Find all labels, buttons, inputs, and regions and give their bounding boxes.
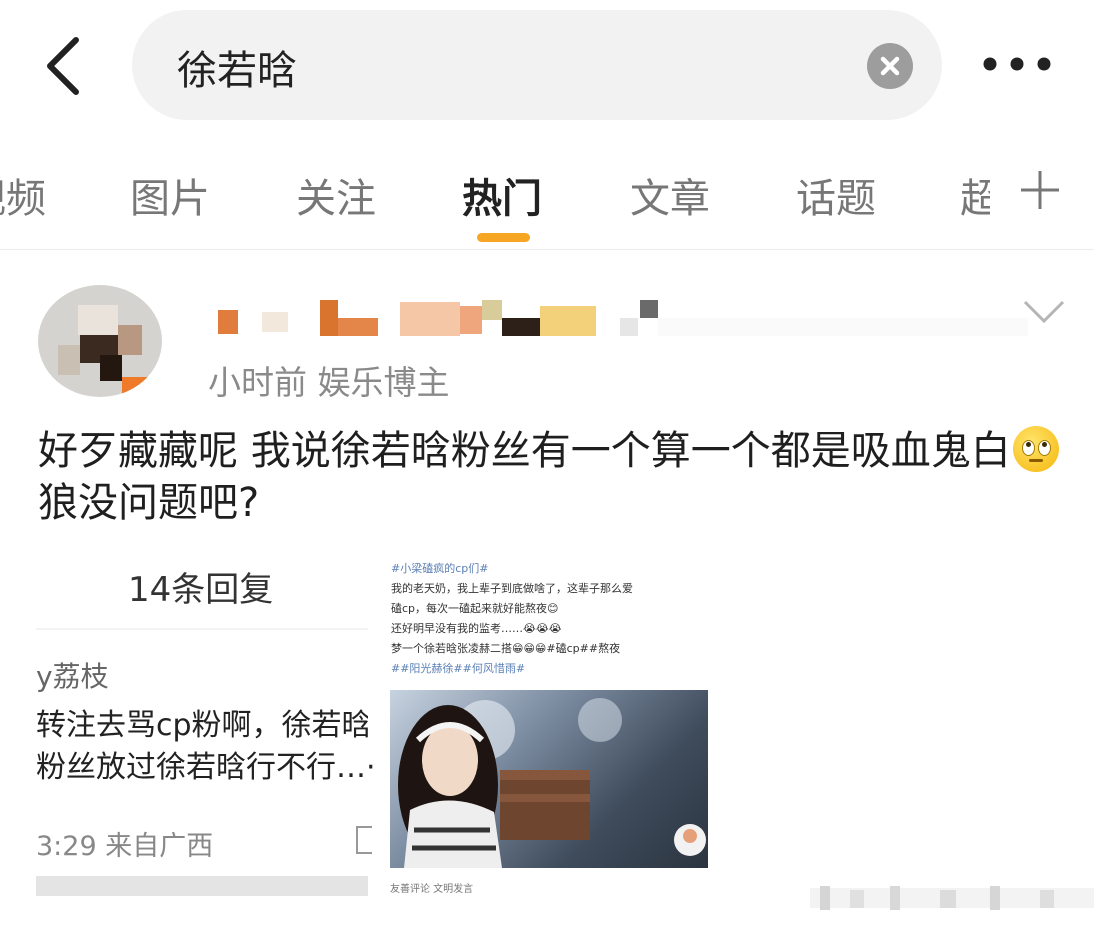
card-bottom-bar: [36, 876, 368, 896]
search-input[interactable]: 徐若晗: [177, 38, 297, 96]
comment-line-2: 粉丝放过徐若晗行不行…·: [36, 750, 376, 785]
tab-images[interactable]: 图片: [130, 166, 210, 224]
add-tab-plus-icon[interactable]: [1018, 168, 1062, 212]
screenshot-line-6: ##阳光赫徐##何风惜雨#: [391, 662, 526, 675]
tab-super[interactable]: 超: [960, 166, 990, 224]
back-chevron-left-icon[interactable]: [40, 36, 90, 96]
screenshot-line-1: #小梁磕疯的cp们#: [391, 562, 489, 575]
screenshot-line-5: 梦一个徐若晗张凌赫二搭😁😁😁#磕cp##熬夜: [391, 642, 621, 655]
eye-roll-emoji-icon: [1012, 426, 1059, 472]
expand-chevron-down-icon[interactable]: [1022, 298, 1066, 326]
active-tab-indicator: [477, 233, 530, 242]
tab-articles[interactable]: 文章: [630, 166, 710, 224]
tab-following[interactable]: 关注: [296, 166, 376, 224]
card-divider: [36, 628, 368, 630]
screenshot-footer: 友善评论 文明发言: [390, 884, 474, 895]
avatar[interactable]: [38, 285, 162, 397]
tab-video[interactable]: 视频: [0, 166, 46, 224]
clear-search-icon[interactable]: [867, 43, 913, 89]
screenshot-photo: [390, 690, 708, 868]
comment-line-1: 转注去骂cp粉啊，徐若晗: [36, 708, 368, 743]
post-meta: 小时前 娱乐博主: [208, 363, 450, 402]
commenter-name[interactable]: y荔枝: [36, 655, 109, 695]
username-pixelated[interactable]: [218, 296, 1028, 348]
tab-divider: [0, 249, 1094, 250]
embedded-screenshot[interactable]: #小梁磕疯的cp们# 我的老天奶，我上辈子到底做啥了，这辈子那么爱 磕cp，每次…: [386, 548, 716, 898]
comment-action-icon[interactable]: [356, 826, 372, 854]
reply-count[interactable]: 14条回复: [128, 562, 273, 611]
screenshot-line-4: 还好明早没有我的监考……😭😭😭: [391, 622, 562, 635]
comment-meta: 3:29 来自广西: [36, 831, 214, 862]
post-text[interactable]: 好歹藏藏呢 我说徐若晗粉丝有一个算一个都是吸血鬼白 狼没问题吧?: [38, 425, 1068, 529]
pixelated-watermark: [810, 886, 1094, 910]
tab-topics[interactable]: 话题: [796, 166, 876, 224]
more-icon[interactable]: [982, 56, 1052, 72]
screenshot-line-3: 磕cp，每次一磕起来就好能熬夜😊: [391, 602, 559, 615]
screenshot-line-2: 我的老天奶，我上辈子到底做啥了，这辈子那么爱: [391, 582, 633, 595]
tab-hot[interactable]: 热门: [462, 166, 542, 224]
